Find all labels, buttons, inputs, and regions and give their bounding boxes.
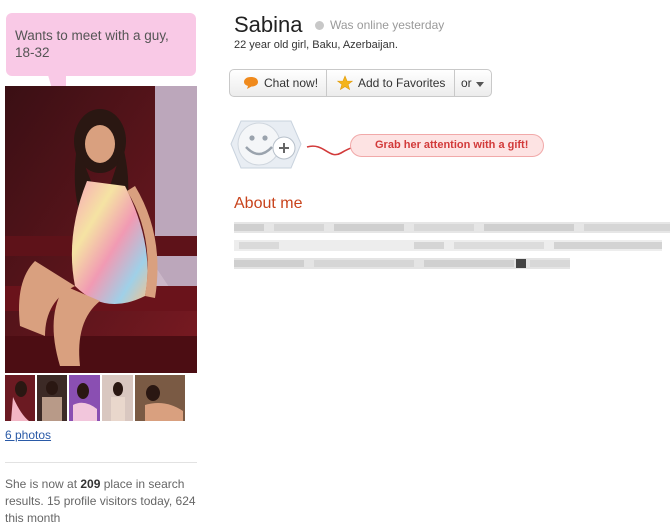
search-stats: She is now at 209 place in search result… bbox=[5, 476, 197, 527]
chat-button[interactable]: Chat now! bbox=[230, 70, 327, 96]
preference-text: Wants to meet with a guy, 18-32 bbox=[15, 28, 169, 60]
online-status: Was online yesterday bbox=[330, 18, 445, 32]
preference-bubble: Wants to meet with a guy, 18-32 bbox=[6, 13, 196, 76]
chevron-down-icon bbox=[475, 81, 484, 87]
about-text-line-1 bbox=[234, 222, 670, 233]
action-bar: Chat now! Add to Favorites or bbox=[229, 69, 492, 97]
gift-label: Grab her attention with a gift! bbox=[375, 139, 529, 151]
more-actions-dropdown[interactable]: or bbox=[455, 70, 491, 96]
thumbnail-5[interactable] bbox=[135, 375, 185, 421]
photos-link[interactable]: 6 photos bbox=[5, 428, 51, 442]
chat-label: Chat now! bbox=[264, 76, 319, 90]
gift-button[interactable]: Grab her attention with a gift! bbox=[350, 134, 544, 157]
profile-details: 22 year old girl, Baku, Azerbaijan. bbox=[234, 39, 398, 51]
about-text-line-2 bbox=[234, 240, 662, 251]
chat-bubble-icon bbox=[243, 76, 259, 90]
add-favorites-button[interactable]: Add to Favorites bbox=[327, 70, 455, 96]
smiley-plus-icon[interactable] bbox=[230, 120, 302, 169]
profile-name: Sabina bbox=[234, 12, 303, 37]
online-status-icon bbox=[315, 21, 324, 30]
stats-place: 209 bbox=[80, 477, 101, 491]
thumbnail-1[interactable] bbox=[5, 375, 35, 421]
stats-prefix: She is now at bbox=[5, 477, 81, 491]
thumbnail-2[interactable] bbox=[37, 375, 67, 421]
thumbnail-3[interactable] bbox=[69, 375, 100, 421]
thumbnail-4[interactable] bbox=[102, 375, 133, 421]
left-divider bbox=[5, 462, 197, 463]
star-icon bbox=[337, 75, 353, 91]
main-profile-photo[interactable] bbox=[5, 86, 197, 373]
about-heading: About me bbox=[234, 195, 303, 212]
favorites-label: Add to Favorites bbox=[358, 76, 446, 90]
about-text-line-3 bbox=[234, 258, 570, 269]
more-label: or bbox=[461, 76, 472, 90]
